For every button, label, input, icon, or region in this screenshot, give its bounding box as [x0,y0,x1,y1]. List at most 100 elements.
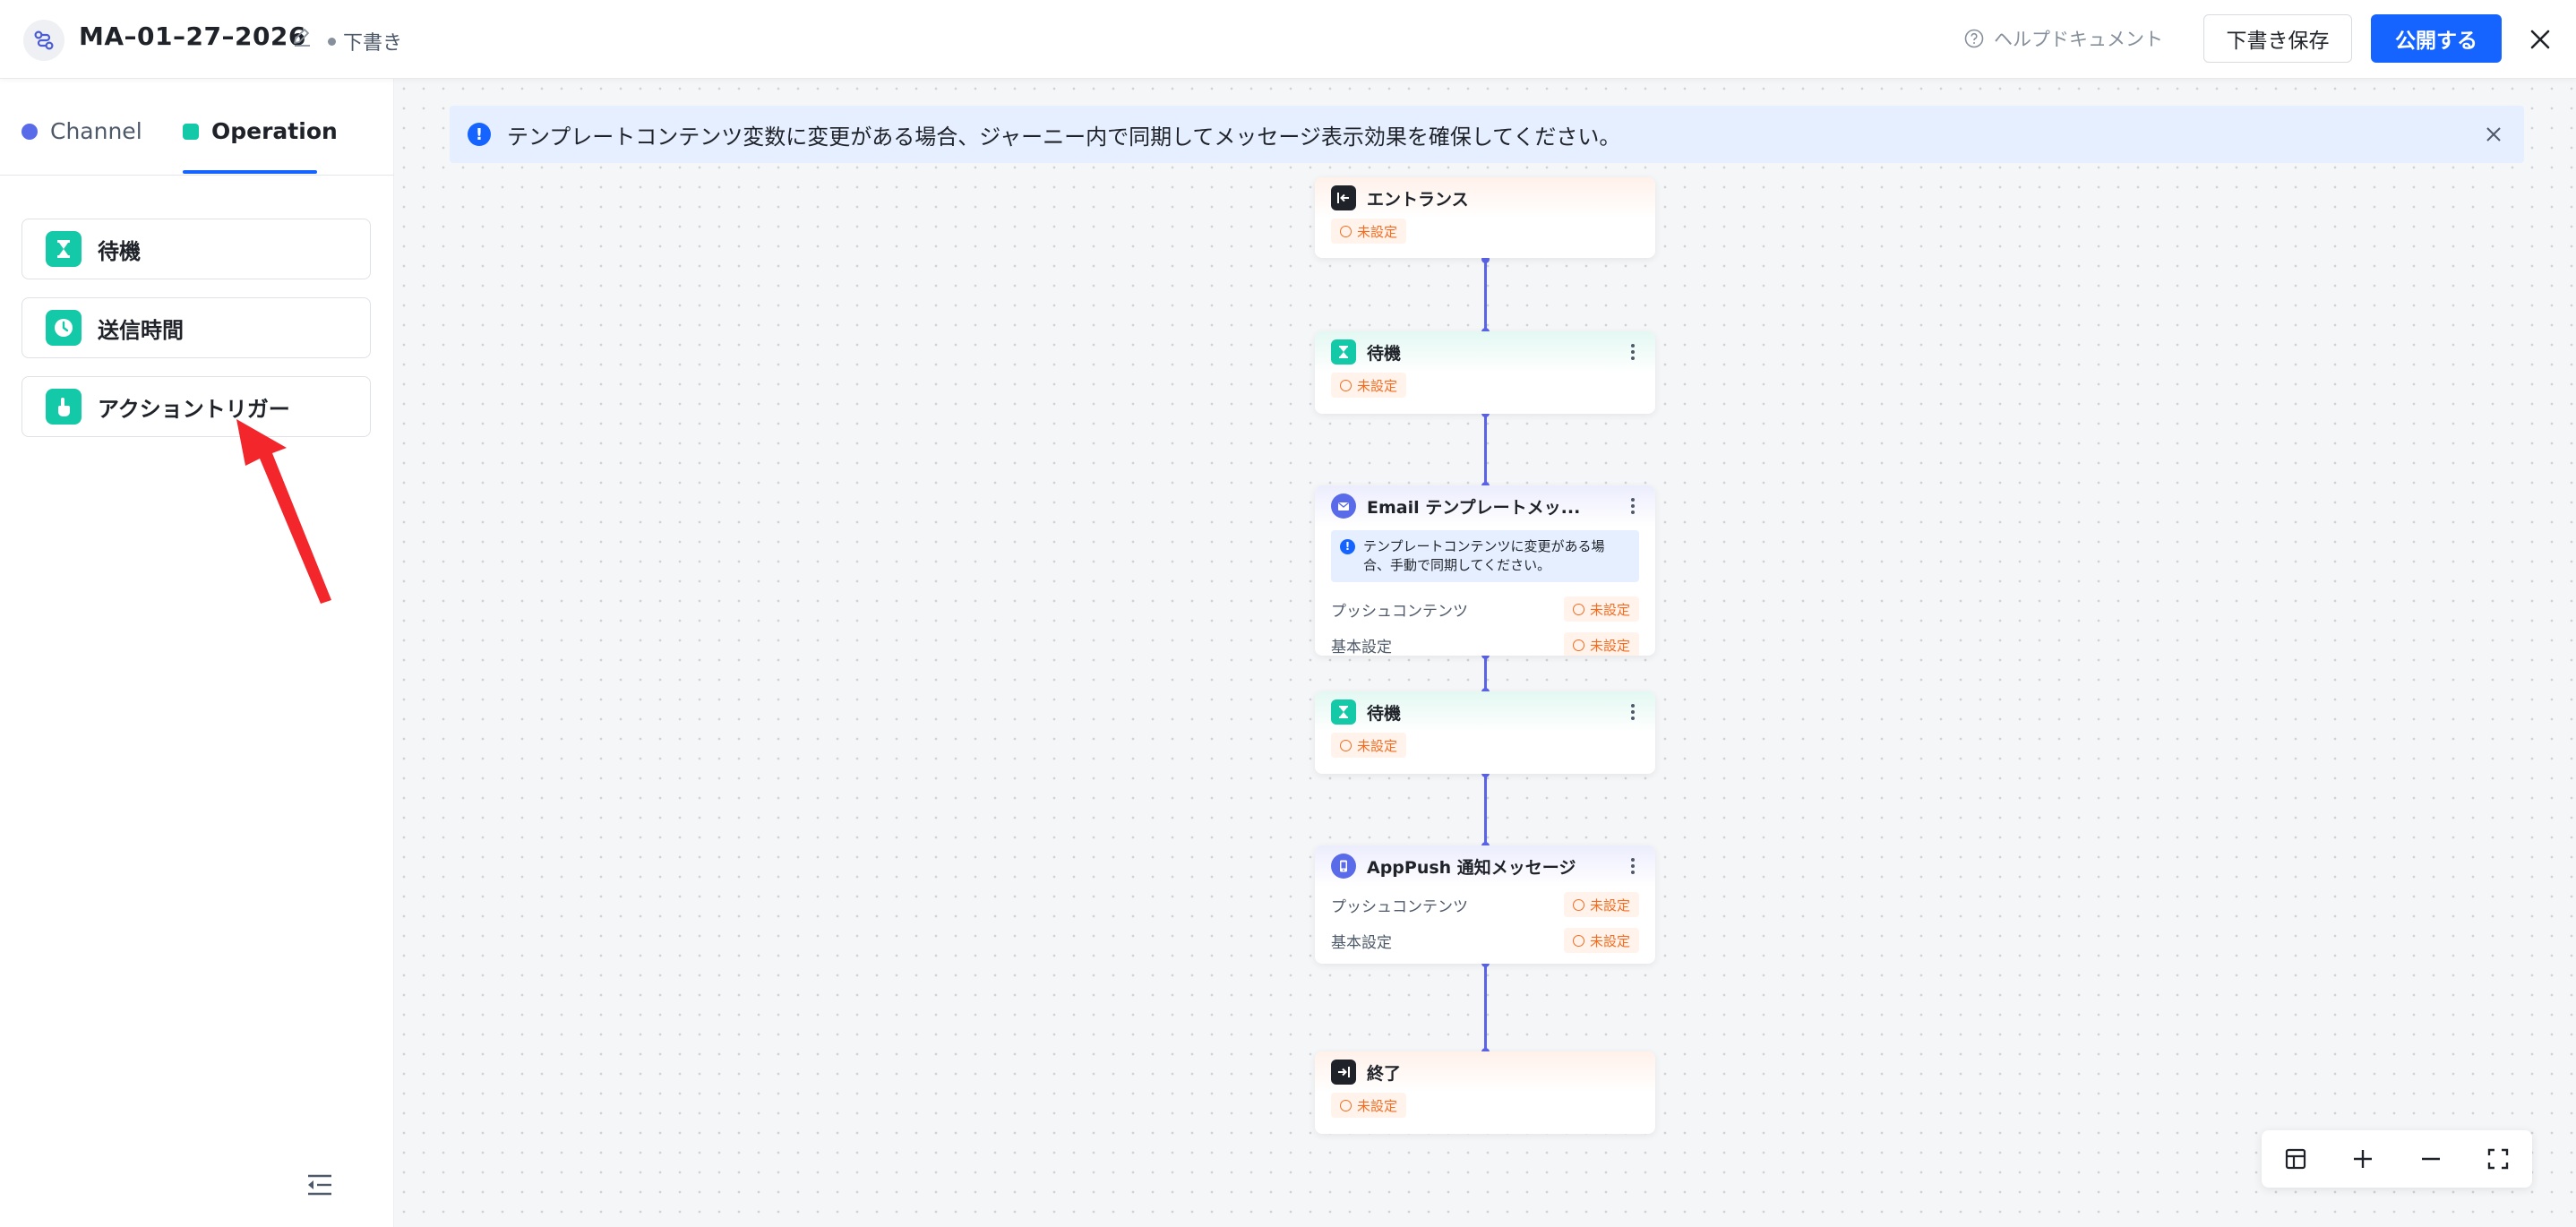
zoom-out-button[interactable] [2413,1141,2449,1177]
node-row[interactable]: プッシュコンテンツ 未設定 [1331,591,1639,627]
badge-text: 未設定 [1589,932,1630,949]
flow-edge [1481,959,1490,1056]
clock-small-icon [1340,739,1352,751]
node-header: Email テンプレートメッ... [1315,485,1655,527]
help-label: ヘルプドキュメント [1994,29,2163,50]
node-body: ! テンプレートコンテンツに変更がある場合、手動で同期してください。 プッシュコン… [1315,530,1655,656]
clock-small-icon [1340,1099,1352,1111]
hourglass-icon [1331,699,1356,725]
clock-small-icon [1572,639,1584,651]
more-options-icon[interactable] [1628,494,1637,518]
unset-badge: 未設定 [1563,596,1639,622]
badge-text: 未設定 [1357,223,1398,240]
banner-close-icon[interactable] [2481,122,2506,147]
clock-icon [46,310,82,346]
row-label: プッシュコンテンツ [1331,602,1468,621]
plus-icon [2354,1150,2373,1168]
flow-node-end[interactable]: 終了 未設定 [1315,1051,1655,1134]
email-icon [1331,493,1356,519]
node-header: 待機 [1315,331,1655,373]
operation-item-label: 待機 [98,238,141,264]
flow-node-entrance[interactable]: エントランス 未設定 [1315,177,1655,258]
node-title: 待機 [1367,703,1402,724]
more-options-icon[interactable] [1628,854,1637,878]
status-text: 下書き [343,32,403,55]
unset-badge: 未設定 [1331,1093,1407,1118]
status-dot [328,37,336,46]
flow-node-wait[interactable]: 待機 未設定 [1315,691,1655,774]
publish-button[interactable]: 公開する [2371,14,2502,63]
operation-item-send-time[interactable]: 送信時間 [21,297,371,358]
unset-badge: 未設定 [1331,733,1407,758]
component-sidebar: Channel Operation 待機 送信時間 アクショントリガー [0,79,394,1227]
node-row[interactable]: プッシュコンテンツ 未設定 [1331,887,1639,922]
layout-button[interactable] [2278,1141,2314,1177]
edit-title-icon[interactable] [290,25,313,48]
node-title: Email テンプレートメッ... [1367,497,1581,518]
operation-dot-icon [183,123,199,140]
flow-edge [1481,651,1490,696]
flow-node-email[interactable]: Email テンプレートメッ... ! テンプレートコンテンツに変更がある場合、手… [1315,485,1655,656]
unset-badge: 未設定 [1331,373,1407,398]
tab-channel[interactable]: Channel [21,118,142,144]
badge-text: 未設定 [1357,1097,1398,1114]
active-tab-indicator [183,170,317,174]
help-document-link[interactable]: ヘルプドキュメント [1963,25,2163,52]
sidebar-tabs: Channel Operation [0,79,394,176]
collapse-sidebar-icon[interactable] [305,1170,335,1200]
unset-badge: 未設定 [1563,892,1639,917]
close-icon[interactable] [2524,23,2556,56]
zoom-in-button[interactable] [2345,1141,2381,1177]
tab-operation[interactable]: Operation [183,118,338,144]
canvas-zoom-toolbar [2262,1130,2532,1188]
exit-icon [1331,1060,1356,1085]
node-title: 待機 [1367,343,1402,364]
hourglass-icon [46,231,82,267]
help-icon [1964,29,1984,48]
note-text: テンプレートコンテンツに変更がある場合、手動で同期してください。 [1363,538,1605,573]
node-body: 未設定 [1315,219,1655,256]
minus-icon [2421,1157,2440,1161]
row-label: 基本設定 [1331,638,1392,656]
node-header: 終了 [1315,1051,1655,1093]
node-title: 終了 [1367,1063,1402,1084]
sync-note: ! テンプレートコンテンツに変更がある場合、手動で同期してください。 [1331,530,1639,582]
hourglass-icon [1331,339,1356,365]
status-badge: 下書き [328,27,402,56]
node-row[interactable]: 基本設定 未設定 [1331,922,1639,958]
operation-item-wait[interactable]: 待機 [21,219,371,279]
annotation-arrow-icon [236,419,331,604]
flow-edge [1481,255,1490,336]
badge-text: 未設定 [1589,601,1630,618]
badge-text: 未設定 [1589,897,1630,914]
unset-badge: 未設定 [1331,219,1407,244]
node-body: 未設定 [1315,733,1655,770]
layout-icon [2285,1148,2306,1170]
badge-text: 未設定 [1357,377,1398,394]
node-body: 未設定 [1315,1093,1655,1130]
node-body: プッシュコンテンツ 未設定 基本設定 未設定 [1315,887,1655,964]
fullscreen-button[interactable] [2480,1141,2516,1177]
journey-title: MA–01–27–2026 [79,21,306,51]
flow-node-wait[interactable]: 待機 未設定 [1315,331,1655,414]
more-options-icon[interactable] [1628,700,1637,724]
fullscreen-icon [2488,1148,2509,1170]
unset-badge: 未設定 [1563,632,1639,656]
flow-edge [1481,409,1490,490]
more-options-icon[interactable] [1628,340,1637,364]
top-header: MA–01–27–2026 下書き ヘルプドキュメント 下書き保存 公開する [0,0,2576,79]
sync-info-banner: ! テンプレートコンテンツ変数に変更がある場合、ジャーニー内で同期してメッセージ… [450,106,2524,163]
flow-node-apppush[interactable]: AppPush 通知メッセージ プッシュコンテンツ 未設定 基本設定 未設定 [1315,845,1655,964]
save-draft-button[interactable]: 下書き保存 [2203,14,2352,63]
badge-text: 未設定 [1357,737,1398,754]
badge-text: 未設定 [1589,637,1630,654]
mobile-push-icon [1331,854,1356,879]
tab-channel-label: Channel [50,118,142,144]
clock-small-icon [1572,898,1584,911]
node-title: エントランス [1367,189,1469,210]
clock-small-icon [1340,379,1352,391]
flow-edge [1481,769,1490,850]
node-title: AppPush 通知メッセージ [1367,857,1576,878]
tap-hand-icon [46,389,82,425]
node-row[interactable]: 基本設定 未設定 [1331,627,1639,656]
